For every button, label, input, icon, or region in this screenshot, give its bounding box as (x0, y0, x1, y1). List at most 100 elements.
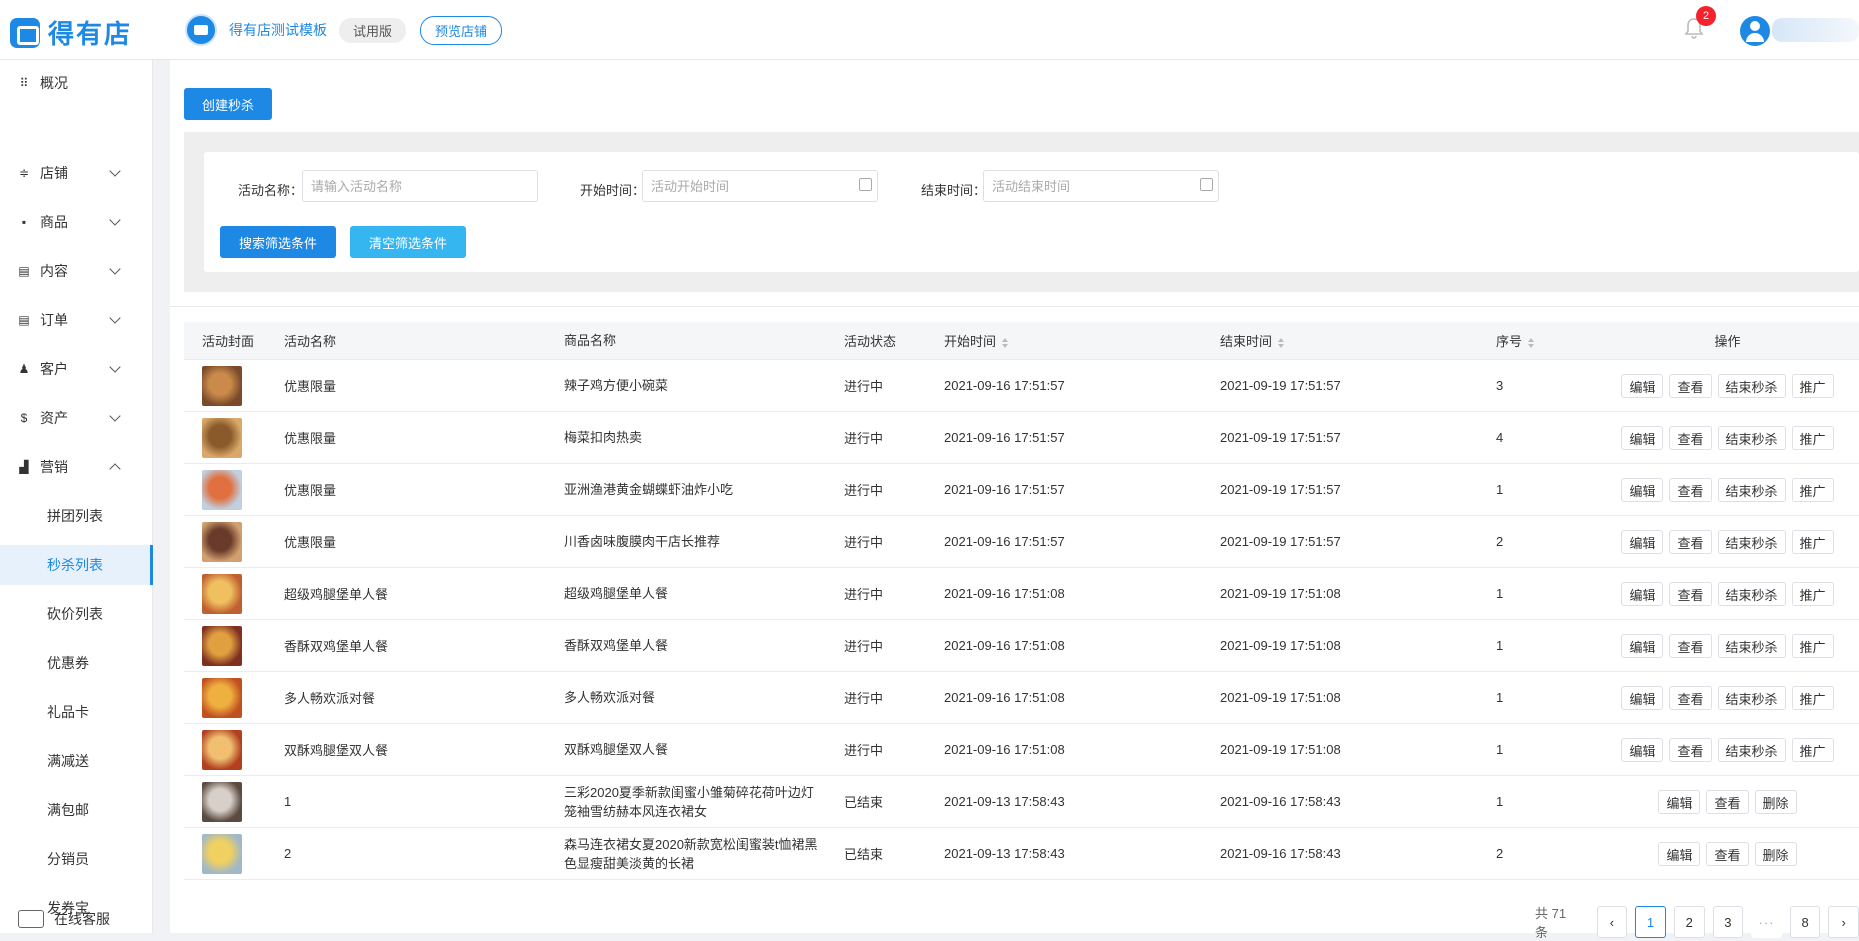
next-page-button[interactable]: › (1828, 906, 1859, 938)
calendar-icon[interactable] (1200, 178, 1213, 191)
promote-button[interactable]: 推广 (1791, 425, 1834, 450)
logo[interactable]: 得有店 (10, 14, 132, 51)
page-button[interactable]: 3 (1712, 906, 1744, 938)
column-header-sortable[interactable]: 开始时间 (944, 331, 1220, 350)
end-flash-sale-button[interactable]: 结束秒杀 (1717, 373, 1786, 398)
status-cell: 进行中 (844, 743, 884, 758)
page-button[interactable]: 8 (1789, 906, 1821, 938)
sidebar-item-orders[interactable]: ▤ 订单 (0, 300, 153, 340)
sequence-cell: 1 (1496, 638, 1504, 653)
promote-button[interactable]: 推广 (1791, 529, 1834, 554)
sort-icon[interactable] (1528, 337, 1535, 348)
edit-button[interactable]: 编辑 (1621, 737, 1664, 762)
sidebar-sub-gift-card[interactable]: 礼品卡 (0, 692, 153, 732)
view-button[interactable]: 查看 (1669, 633, 1712, 658)
more-pages-icon[interactable]: ··· (1751, 906, 1782, 938)
sort-icon[interactable] (1278, 337, 1285, 348)
view-button[interactable]: 查看 (1669, 737, 1712, 762)
view-button[interactable]: 查看 (1706, 789, 1749, 814)
user-avatar-icon[interactable] (1740, 16, 1770, 46)
view-button[interactable]: 查看 (1669, 373, 1712, 398)
promote-button[interactable]: 推广 (1791, 633, 1834, 658)
product-thumbnail[interactable] (202, 625, 242, 666)
search-filter-button[interactable]: 搜索筛选条件 (220, 226, 336, 258)
online-service-label: 在线客服 (54, 911, 110, 927)
sidebar-item-content[interactable]: ▤ 内容 (0, 251, 153, 291)
edit-button[interactable]: 编辑 (1621, 633, 1664, 658)
start-time-input[interactable] (642, 170, 878, 202)
sidebar-item-customers[interactable]: ♟ 客户 (0, 349, 153, 389)
edit-button[interactable]: 编辑 (1621, 477, 1664, 502)
create-flash-sale-button[interactable]: 创建秒杀 (184, 88, 272, 120)
end-flash-sale-button[interactable]: 结束秒杀 (1717, 581, 1786, 606)
edit-button[interactable]: 编辑 (1621, 581, 1664, 606)
end-flash-sale-button[interactable]: 结束秒杀 (1717, 737, 1786, 762)
page-button[interactable]: 1 (1635, 906, 1666, 938)
promote-button[interactable]: 推广 (1791, 685, 1834, 710)
view-button[interactable]: 查看 (1669, 425, 1712, 450)
promote-button[interactable]: 推广 (1791, 581, 1834, 606)
clear-filter-button[interactable]: 清空筛选条件 (350, 226, 466, 258)
edit-button[interactable]: 编辑 (1658, 789, 1701, 814)
promote-button[interactable]: 推广 (1791, 373, 1834, 398)
column-header-sortable[interactable]: 结束时间 (1220, 331, 1496, 350)
sidebar-item-products[interactable]: ▪ 商品 (0, 202, 153, 242)
product-thumbnail[interactable] (202, 729, 242, 770)
product-name-cell: 香酥双鸡堡单人餐 (564, 638, 669, 653)
sidebar-item-marketing[interactable]: ▟ 营销 (0, 447, 153, 487)
edit-button[interactable]: 编辑 (1621, 529, 1664, 554)
delete-button[interactable]: 删除 (1754, 841, 1797, 866)
end-flash-sale-button[interactable]: 结束秒杀 (1717, 477, 1786, 502)
sidebar-sub-flash-sale[interactable]: 秒杀列表 (0, 545, 153, 585)
edit-button[interactable]: 编辑 (1621, 373, 1664, 398)
page-button[interactable]: 2 (1673, 906, 1705, 938)
end-time-input[interactable] (983, 170, 1219, 202)
end-flash-sale-button[interactable]: 结束秒杀 (1717, 529, 1786, 554)
product-thumbnail[interactable] (202, 677, 242, 718)
activity-name-input[interactable] (302, 170, 538, 202)
view-button[interactable]: 查看 (1669, 477, 1712, 502)
calendar-icon[interactable] (859, 178, 872, 191)
actions-cell: 编辑 查看 结束秒杀 推广 (1596, 581, 1859, 606)
view-button[interactable]: 查看 (1669, 685, 1712, 710)
sidebar-sub-bargain[interactable]: 砍价列表 (0, 594, 153, 634)
view-button[interactable]: 查看 (1669, 581, 1712, 606)
prev-page-button[interactable]: ‹ (1596, 906, 1628, 938)
view-button[interactable]: 查看 (1669, 529, 1712, 554)
store-avatar-icon[interactable] (185, 14, 217, 46)
product-thumbnail[interactable] (202, 521, 242, 562)
product-thumbnail[interactable] (202, 417, 242, 458)
delete-button[interactable]: 删除 (1754, 789, 1797, 814)
end-flash-sale-button[interactable]: 结束秒杀 (1717, 685, 1786, 710)
view-button[interactable]: 查看 (1706, 841, 1749, 866)
end-flash-sale-button[interactable]: 结束秒杀 (1717, 425, 1786, 450)
username-blurred[interactable] (1772, 18, 1859, 42)
sidebar-item-store[interactable]: ≑ 店铺 (0, 153, 153, 193)
edit-button[interactable]: 编辑 (1621, 425, 1664, 450)
cover-cell (184, 677, 284, 718)
sidebar-sub-coupons[interactable]: 优惠券 (0, 643, 153, 683)
sidebar-item-label: 营销 (40, 459, 68, 475)
product-thumbnail[interactable] (202, 833, 242, 874)
product-thumbnail[interactable] (202, 365, 242, 406)
sidebar-item-assets[interactable]: $ 资产 (0, 398, 153, 438)
product-thumbnail[interactable] (202, 469, 242, 510)
column-header-sortable[interactable]: 序号 (1496, 331, 1596, 350)
edit-button[interactable]: 编辑 (1658, 841, 1701, 866)
preview-store-button[interactable]: 预览店铺 (420, 15, 503, 45)
online-service[interactable]: 在线客服 (0, 905, 153, 933)
edit-button[interactable]: 编辑 (1621, 685, 1664, 710)
sidebar-sub-discount[interactable]: 满减送 (0, 741, 153, 781)
end-flash-sale-button[interactable]: 结束秒杀 (1717, 633, 1786, 658)
sidebar-sub-distributor[interactable]: 分销员 (0, 839, 153, 879)
sidebar-sub-group-buy[interactable]: 拼团列表 (0, 496, 153, 536)
sidebar-sub-free-shipping[interactable]: 满包邮 (0, 790, 153, 830)
sort-icon[interactable] (1002, 337, 1009, 348)
product-thumbnail[interactable] (202, 781, 242, 822)
promote-button[interactable]: 推广 (1791, 737, 1834, 762)
sidebar-item-overview[interactable]: ⠿ 概况 (0, 63, 153, 103)
table-row: 双酥鸡腿堡双人餐 双酥鸡腿堡双人餐 进行中 2021-09-16 17:51:08 20… (184, 724, 1859, 776)
promote-button[interactable]: 推广 (1791, 477, 1834, 502)
product-thumbnail[interactable] (202, 573, 242, 614)
store-name[interactable]: 得有店测试模板 (229, 20, 327, 40)
